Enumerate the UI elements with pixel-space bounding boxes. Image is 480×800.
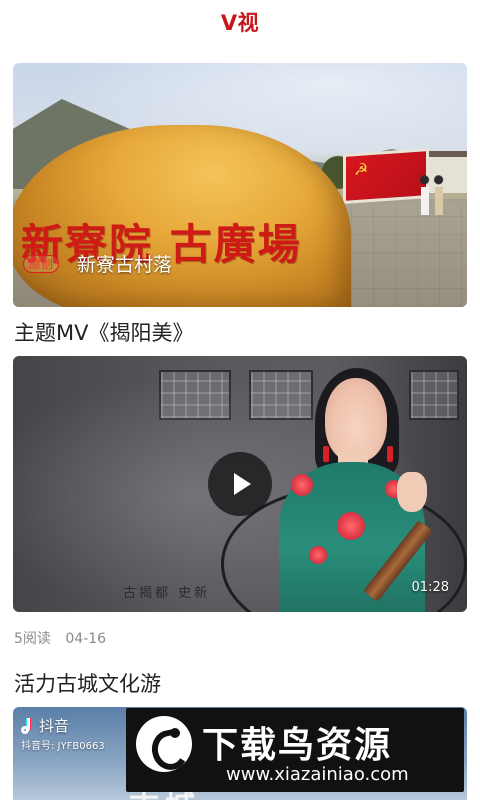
hammer-sickle-icon: ☭ [354,159,369,180]
bird-logo-icon [136,716,192,774]
play-button[interactable] [208,452,272,516]
original-tag: 原创 [23,255,60,273]
platform-name: 抖音 [39,717,70,735]
people [417,175,447,215]
video-card-xinliao-village[interactable]: ☭ 新寮院 古廣場 原创 新寮古村落 [13,63,467,307]
singer-face [325,378,387,462]
video-duration: 01:28 [411,580,449,595]
douyin-note-icon [21,717,35,734]
v-shi-page: V视 ☭ 新寮院 古廣場 原创 新寮古村落 主题MV《揭阳美》 古揭都 史新 0… [0,0,480,800]
bird-eye [170,728,180,738]
page-title: V视 [220,11,260,35]
watermark-title: 下载鸟资源 [202,725,393,766]
flower-pattern [291,474,313,496]
video-subtitle: 古揭都 史新 [123,586,211,601]
video-card-mv[interactable]: 古揭都 史新 01:28 [13,356,467,612]
video-meta: 5阅读 04-16 [14,628,106,648]
video-caption: 新寮古村落 [77,254,173,276]
video-title[interactable]: 活力古城文化游 [14,668,161,698]
douyin-logo: 抖音 [21,715,69,736]
douyin-account-id: 抖音号: JYFB0663 [21,741,105,752]
singer-hand [397,472,427,512]
play-icon [234,473,251,495]
flower-pattern [337,512,365,540]
top-bar: V视 [0,0,480,44]
video-title[interactable]: 主题MV《揭阳美》 [14,317,193,347]
earring [387,446,393,462]
site-watermark: 下载鸟资源 www.xiazainiao.com [126,708,464,792]
read-count: 5阅读 [14,631,51,647]
watermark-url: www.xiazainiao.com [226,764,409,785]
publish-date: 04-16 [65,631,107,647]
earring [323,446,329,462]
flower-pattern [309,546,327,564]
